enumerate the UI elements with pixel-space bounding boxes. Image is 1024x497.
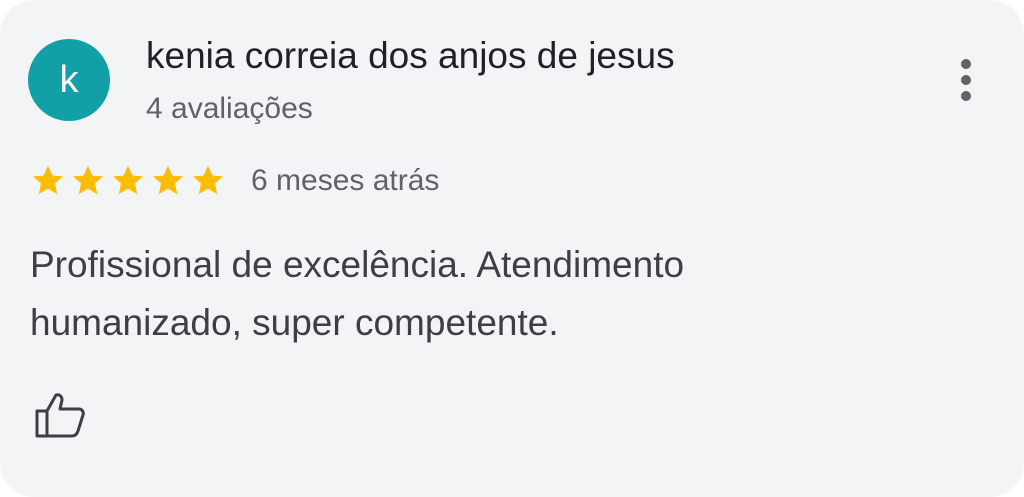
author-name[interactable]: kenia correia dos anjos de jesus xyxy=(146,35,675,77)
rating-row: 6 meses atrás xyxy=(30,161,439,201)
star-icon xyxy=(33,165,63,195)
star-rating xyxy=(30,163,226,199)
review-card: k kenia correia dos anjos de jesus 4 ava… xyxy=(0,0,1024,497)
thumbs-up-icon xyxy=(35,393,85,438)
star-icon xyxy=(153,165,183,195)
review-count: 4 avaliações xyxy=(146,92,313,125)
avatar-initial: k xyxy=(59,59,79,101)
more-options-button[interactable] xyxy=(944,52,988,108)
like-button[interactable] xyxy=(30,387,90,443)
review-text: Profissional de excelência. Atendimento … xyxy=(30,244,685,343)
menu-dot xyxy=(961,59,971,69)
star-icon xyxy=(73,165,103,195)
star-icon xyxy=(193,165,223,195)
review-date: 6 meses atrás xyxy=(251,164,440,197)
star-icon xyxy=(113,165,143,195)
avatar[interactable]: k xyxy=(28,39,110,121)
menu-dot xyxy=(961,75,971,85)
menu-dot xyxy=(961,91,971,101)
more-vertical-icon xyxy=(961,59,971,101)
